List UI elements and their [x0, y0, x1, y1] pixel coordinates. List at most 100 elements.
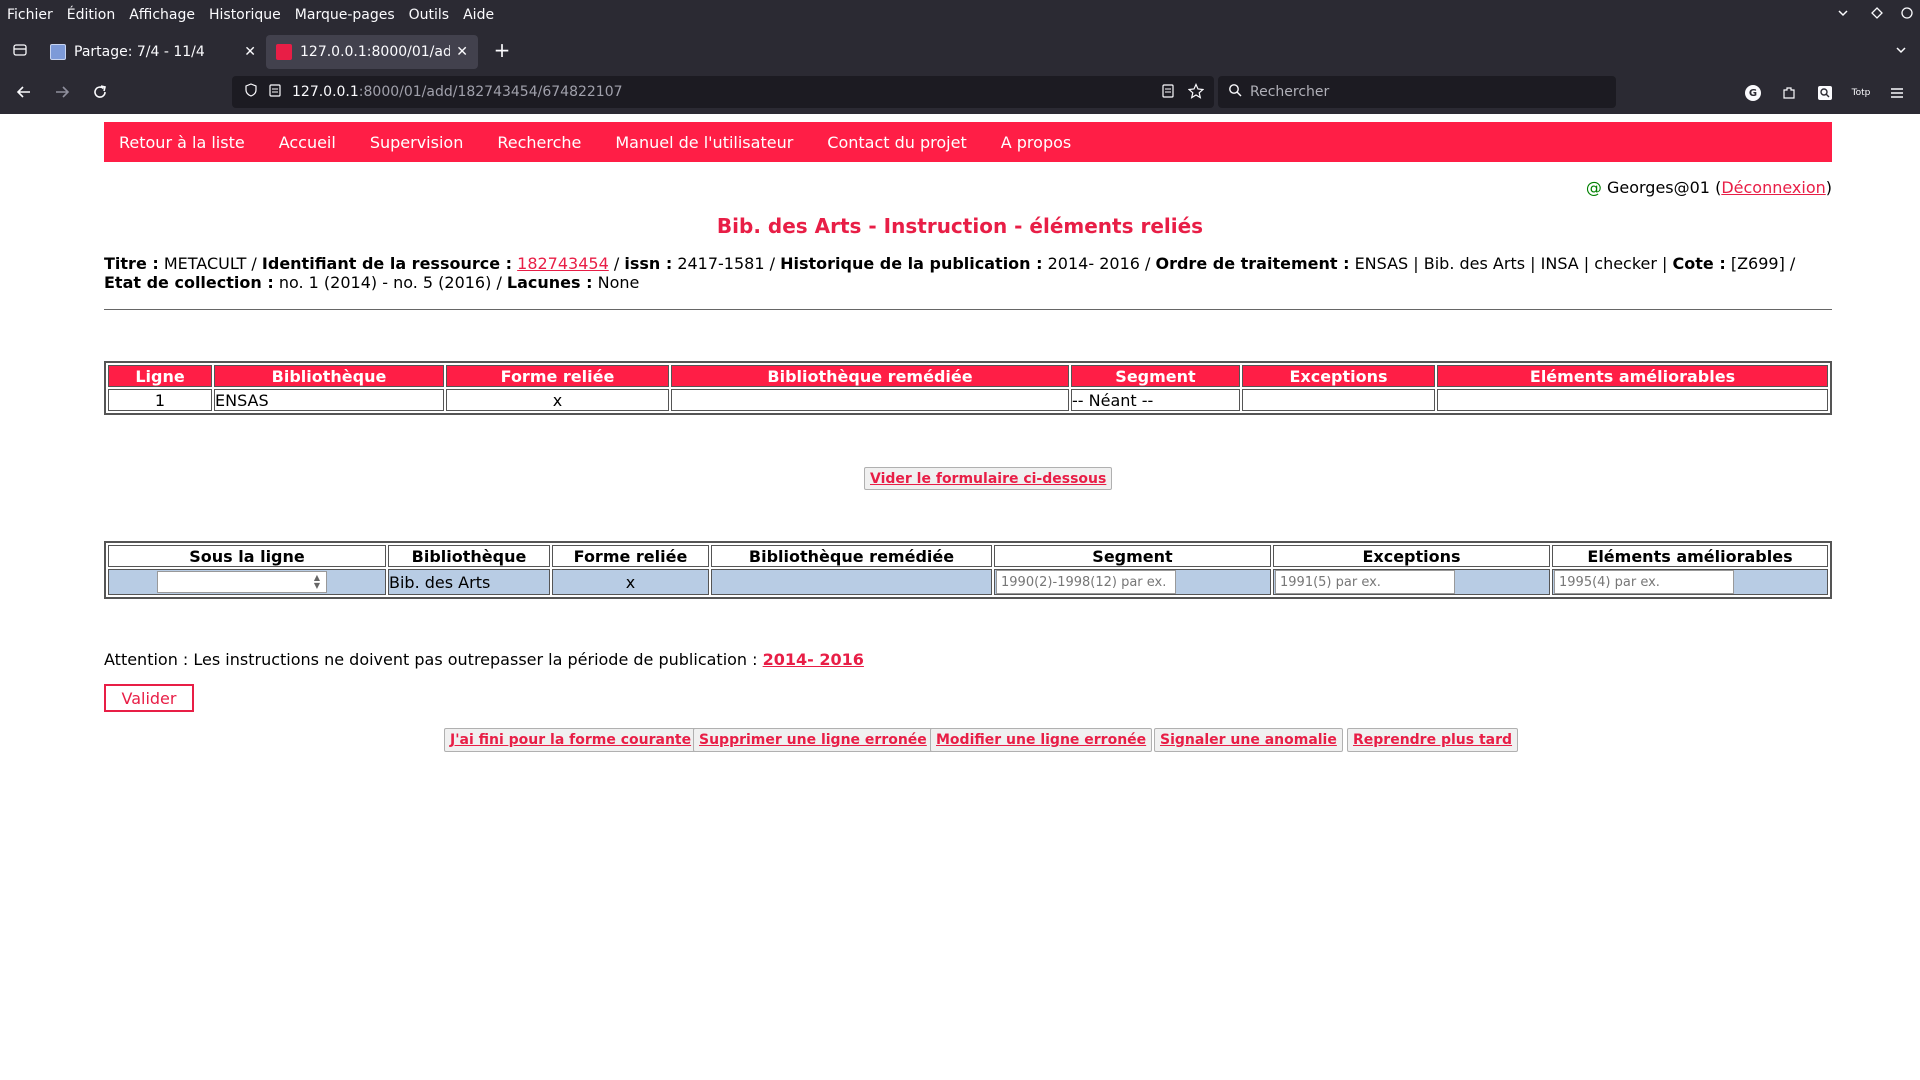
extensions-puzzle-icon[interactable] [1778, 82, 1800, 104]
page-title: Bib. des Arts - Instruction - éléments r… [716, 214, 1204, 238]
menu-aide[interactable]: Aide [463, 7, 494, 23]
issn-value: 2417-1581 [677, 254, 765, 273]
divider [104, 309, 1832, 310]
cell-bib-remediee [711, 569, 992, 595]
col-segment: Segment [1071, 365, 1240, 387]
user-info: @ Georges@01 (Déconnexion) [1586, 178, 1832, 197]
menu-marque-pages[interactable]: Marque-pages [295, 7, 395, 23]
col-ameliorables: Eléments améliorables [1437, 365, 1828, 387]
nav-contact[interactable]: Contact du projet [827, 133, 966, 152]
col-ameliorables: Eléments améliorables [1552, 545, 1828, 567]
tab-partage[interactable]: Partage: 7/4 - 11/4 ✕ [40, 35, 266, 69]
hamburger-menu-icon[interactable] [1886, 82, 1908, 104]
ameliorables-input[interactable]: 1995(4) par ex. [1554, 570, 1734, 594]
ordre-label: Ordre de traitement : [1155, 254, 1350, 273]
paren-close: ) [1825, 178, 1832, 197]
col-bib-remediee: Bibliothèque remédiée [671, 365, 1069, 387]
close-tab-icon[interactable]: ✕ [244, 44, 256, 60]
tab-current[interactable]: 127.0.0.1:8000/01/add/182743454/67482210… [266, 34, 478, 69]
nav-accueil[interactable]: Accueil [279, 133, 336, 152]
modify-line-button[interactable]: Modifier une ligne erronée [930, 728, 1153, 752]
nav-manuel[interactable]: Manuel de l'utilisateur [615, 133, 793, 152]
menu-affichage[interactable]: Affichage [129, 7, 195, 23]
cell-sous-ligne: ▲ ▼ [108, 569, 386, 595]
search-bar[interactable]: Rechercher [1218, 76, 1616, 108]
hist-label: Historique de la publication : [780, 254, 1043, 273]
sous-ligne-stepper[interactable]: ▲ ▼ [157, 571, 327, 593]
document-favicon-icon [50, 43, 66, 60]
back-icon[interactable] [6, 76, 42, 108]
nav-supervision[interactable]: Supervision [370, 133, 464, 152]
resume-later-button[interactable]: Reprendre plus tard [1347, 728, 1519, 752]
tab-list-icon[interactable] [0, 30, 40, 70]
nav-apropos[interactable]: A propos [1001, 133, 1071, 152]
hist-value: 2014- 2016 [1047, 254, 1140, 273]
logout-link[interactable]: Déconnexion [1721, 178, 1825, 197]
resource-id-link[interactable]: 182743454 [517, 254, 609, 273]
exceptions-input[interactable]: 1991(5) par ex. [1275, 570, 1455, 594]
bookmark-star-icon[interactable] [1187, 83, 1205, 103]
valider-button[interactable]: Valider [104, 684, 194, 712]
cell-ligne: 1 [108, 389, 212, 411]
delete-line-button[interactable]: Supprimer une ligne erronée [693, 728, 933, 752]
cote-label: Cote : [1672, 254, 1726, 273]
chevron-down-icon[interactable] [1894, 42, 1908, 61]
close-window-icon[interactable] [1900, 6, 1914, 24]
page-info-icon[interactable] [268, 83, 282, 101]
col-forme: Forme reliée [446, 365, 669, 387]
spinner-arrows-icon[interactable]: ▲ ▼ [310, 574, 324, 590]
totp-extension-icon[interactable]: Totp [1850, 82, 1872, 104]
reader-view-icon[interactable] [1160, 83, 1176, 103]
user-name: Georges@01 [1606, 178, 1710, 197]
warning-message: Attention : Les instructions ne doivent … [104, 650, 758, 669]
table-row: 1 ENSAS x -- Néant -- [108, 389, 1828, 411]
form-header-row: Sous la ligne Bibliothèque Forme reliée … [108, 545, 1828, 567]
segment-input[interactable]: 1990(2)-1998(12) par ex. [996, 570, 1176, 594]
col-segment: Segment [994, 545, 1271, 567]
cell-segment: -- Néant -- [1071, 389, 1240, 411]
nav-retour[interactable]: Retour à la liste [119, 133, 245, 152]
form-row: ▲ ▼ Bib. des Arts x 1990(2)-1998(12) par … [108, 569, 1828, 595]
lacunes-label: Lacunes : [506, 273, 593, 292]
zoom-extension-icon[interactable] [1814, 82, 1836, 104]
col-exceptions: Exceptions [1273, 545, 1550, 567]
cell-ameliorables: 1995(4) par ex. [1552, 569, 1828, 595]
paren-open: ( [1709, 178, 1722, 197]
menu-edition[interactable]: Édition [67, 7, 115, 23]
url-bar[interactable]: 127.0.0.1:8000/01/add/182743454/67482210… [232, 76, 1214, 108]
issn-label: issn : [624, 254, 673, 273]
menu-fichier[interactable]: Fichier [7, 7, 53, 23]
publication-period-link[interactable]: 2014- 2016 [763, 650, 864, 669]
forward-icon[interactable] [44, 76, 80, 108]
col-bibliotheque: Bibliothèque [388, 545, 550, 567]
col-exceptions: Exceptions [1242, 365, 1435, 387]
cell-bib-remediee [671, 389, 1069, 411]
close-tab-icon[interactable]: ✕ [456, 44, 468, 60]
tab-title: Partage: 7/4 - 11/4 [74, 43, 205, 60]
maximize-icon[interactable] [1870, 6, 1884, 24]
shield-icon[interactable] [244, 83, 258, 101]
cote-value: [Z699] [1730, 254, 1785, 273]
finished-current-form-button[interactable]: J'ai fini pour la forme courante [444, 728, 698, 752]
reload-icon[interactable] [82, 76, 118, 108]
menu-historique[interactable]: Historique [209, 7, 281, 23]
minimize-icon[interactable] [1836, 6, 1850, 24]
menu-outils[interactable]: Outils [409, 7, 449, 23]
page-content: Retour à la liste Accueil Supervision Re… [0, 114, 1920, 1080]
etat-value: no. 1 (2014) - no. 5 (2016) [278, 273, 492, 292]
search-placeholder: Rechercher [1250, 84, 1330, 100]
cell-forme: x [446, 389, 669, 411]
google-extension-icon[interactable]: G [1742, 82, 1764, 104]
clear-form-button[interactable]: Vider le formulaire ci-dessous [864, 467, 1113, 490]
cell-bibliotheque: ENSAS [214, 389, 444, 411]
cell-bibliotheque: Bib. des Arts [388, 569, 550, 595]
cell-forme: x [552, 569, 709, 595]
cell-exceptions [1242, 389, 1435, 411]
new-tab-icon[interactable]: + [486, 34, 518, 66]
nav-recherche[interactable]: Recherche [497, 133, 581, 152]
url-path: :8000/01/add/182743454/674822107 [358, 84, 623, 100]
report-anomaly-button[interactable]: Signaler une anomalie [1154, 728, 1343, 752]
id-label: Identifiant de la ressource : [261, 254, 513, 273]
url-host: 127.0.0.1 [292, 84, 359, 100]
cell-segment: 1990(2)-1998(12) par ex. [994, 569, 1271, 595]
